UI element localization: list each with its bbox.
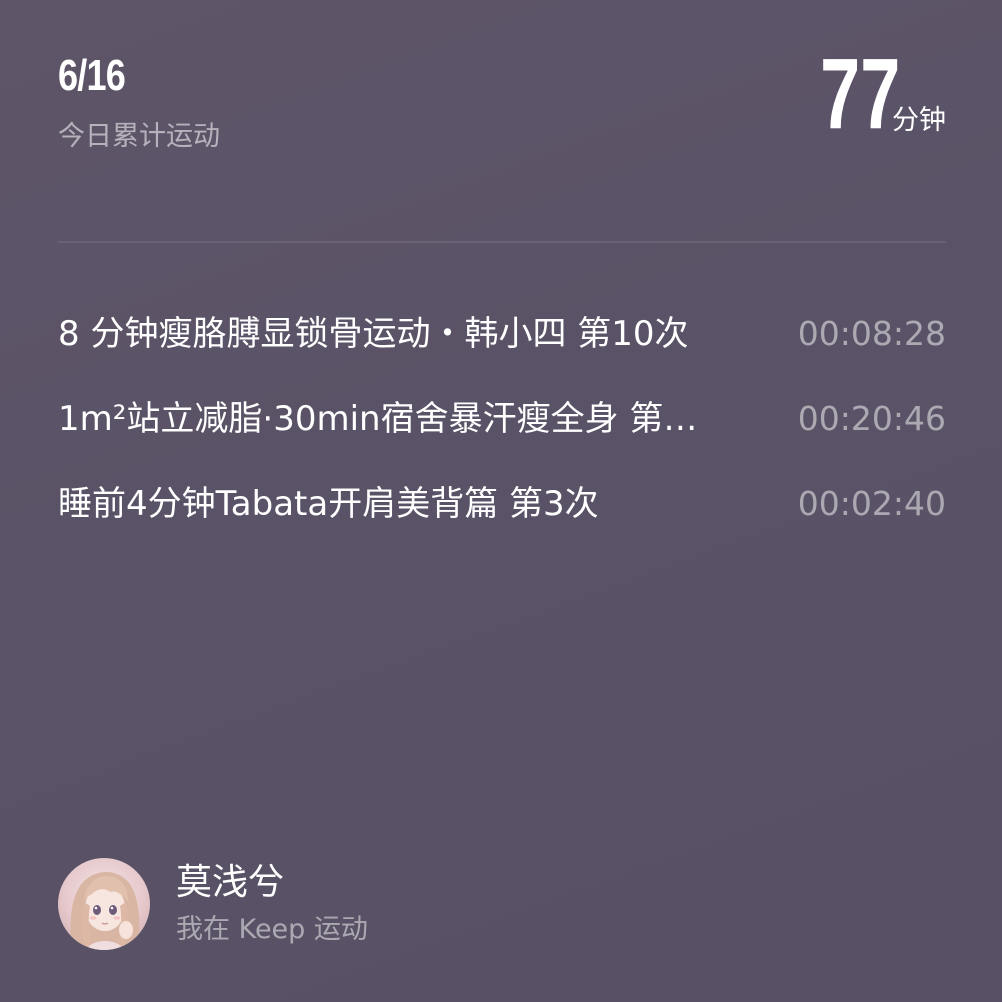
user-info: 莫浅兮 我在 Keep 运动 bbox=[58, 858, 368, 950]
workout-row[interactable]: 8 分钟瘦胳膊显锁骨运动・韩小四 第10次 00:08:28 bbox=[58, 306, 946, 362]
total-minutes-value: 77 bbox=[819, 38, 900, 150]
user-text: 莫浅兮 我在 Keep 运动 bbox=[176, 859, 368, 949]
total-minutes: 77 分钟 bbox=[789, 38, 946, 150]
user-subtitle: 我在 Keep 运动 bbox=[176, 914, 368, 945]
workout-title: 8 分钟瘦胳膊显锁骨运动・韩小四 第10次 bbox=[58, 314, 689, 354]
workout-duration: 00:20:46 bbox=[797, 399, 946, 438]
avatar[interactable] bbox=[58, 858, 150, 950]
workout-duration: 00:02:40 bbox=[797, 484, 946, 523]
workout-duration: 00:08:28 bbox=[797, 314, 946, 353]
divider bbox=[58, 241, 946, 243]
workout-title: 1m²站立减脂·30min宿舍暴汗瘦全身 第… bbox=[58, 399, 698, 439]
workout-row[interactable]: 睡前4分钟Tabata开肩美背篇 第3次 00:02:40 bbox=[58, 476, 946, 532]
anime-girl-avatar-icon bbox=[70, 872, 140, 950]
workout-row[interactable]: 1m²站立减脂·30min宿舍暴汗瘦全身 第… 00:20:46 bbox=[58, 391, 946, 447]
date-label: 6/16 bbox=[58, 51, 126, 100]
workout-share-card: 6/16 今日累计运动 77 分钟 8 分钟瘦胳膊显锁骨运动・韩小四 第10次 … bbox=[0, 0, 1002, 1002]
daily-total-caption: 今日累计运动 bbox=[58, 121, 220, 152]
workout-title: 睡前4分钟Tabata开肩美背篇 第3次 bbox=[58, 484, 599, 524]
user-name: 莫浅兮 bbox=[176, 862, 285, 903]
workout-list: 8 分钟瘦胳膊显锁骨运动・韩小四 第10次 00:08:28 1m²站立减脂·3… bbox=[58, 306, 946, 561]
